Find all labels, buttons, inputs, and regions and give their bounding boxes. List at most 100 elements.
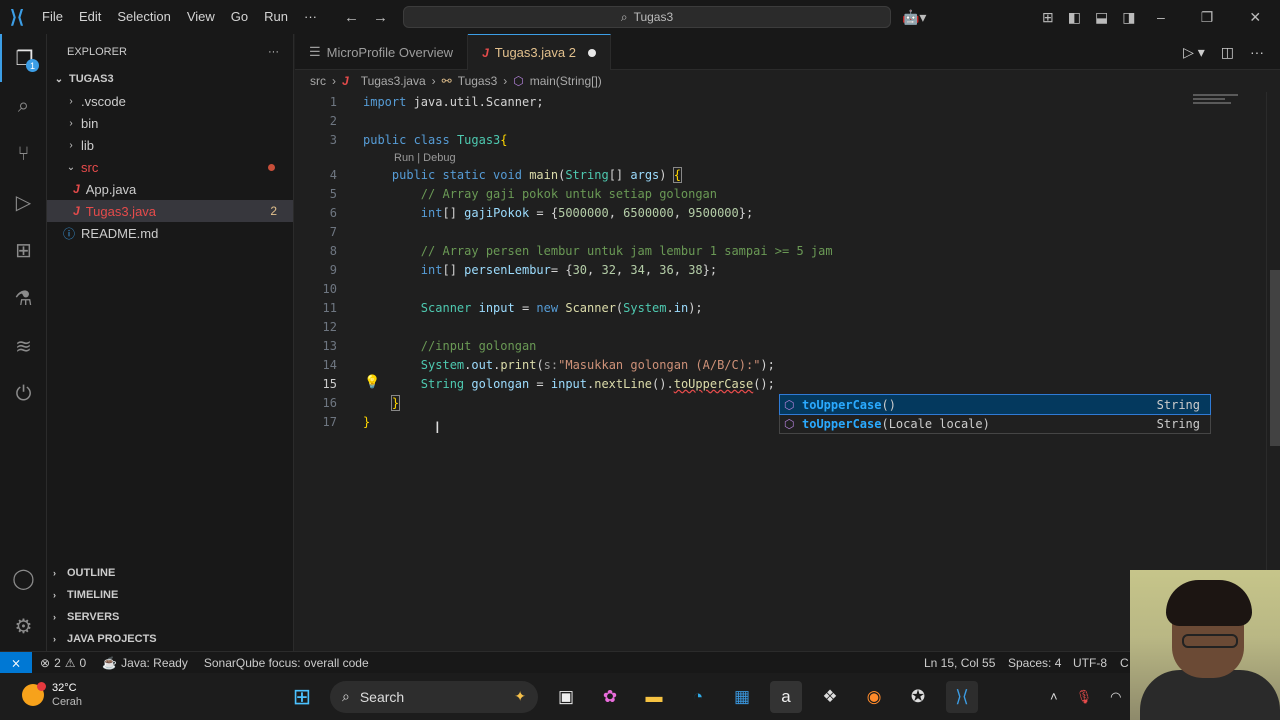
wifi-icon[interactable]: ◠ (1110, 689, 1121, 705)
dropbox-icon[interactable]: ❖ (814, 681, 846, 713)
command-center-label: Tugas3 (633, 10, 674, 24)
lightbulb-icon[interactable]: 💡 (364, 374, 380, 390)
vertical-scrollbar[interactable] (1266, 92, 1280, 651)
scrollbar-thumb[interactable] (1270, 270, 1280, 446)
task-view-icon[interactable]: ▣ (550, 681, 582, 713)
suggestion-match: toUpperCase (802, 397, 882, 412)
toggle-panel-icon[interactable]: ⬓ (1095, 9, 1108, 26)
folder-bin[interactable]: › bin (47, 112, 293, 134)
line-number: 11 (322, 301, 337, 315)
run-debug-icon[interactable]: ▷ (0, 178, 47, 226)
breadcrumb-item[interactable]: src (310, 74, 326, 88)
gear-icon[interactable]: ⚙ (0, 602, 47, 650)
cursor-position[interactable]: Ln 15, Col 55 (916, 656, 1003, 670)
command-center[interactable]: ⌕ Tugas3 (403, 6, 891, 28)
suggestion-type: String (1156, 397, 1200, 412)
extensions-icon[interactable]: ⊞ (0, 226, 47, 274)
text-cursor-icon: Ⅰ (435, 420, 440, 437)
method-icon: ⬡ (784, 416, 795, 431)
source-control-icon[interactable]: ⑂ (0, 130, 47, 178)
problems-indicator[interactable]: ⊗ 2 ⚠ 0 (32, 656, 94, 670)
firefox-icon[interactable]: ◉ (858, 681, 890, 713)
suggestion-item[interactable]: ⬡ toUpperCase () String (779, 394, 1211, 415)
edge-icon[interactable]: ◔ (682, 681, 714, 713)
java-status[interactable]: ☕ Java: Ready (94, 656, 196, 670)
breadcrumb-item[interactable]: Tugas3 (458, 74, 498, 88)
search-icon[interactable]: ⌕ (0, 82, 47, 130)
file-readme[interactable]: ⓘ README.md (47, 222, 293, 244)
minimap[interactable] (1193, 94, 1238, 108)
method-icon: ⬡ (513, 74, 524, 88)
app-icon[interactable]: ✪ (902, 681, 934, 713)
folder-src[interactable]: ⌄ src (47, 156, 293, 178)
file-tugas3-java[interactable]: J Tugas3.java 2 (47, 200, 293, 222)
search-icon: ⌕ (620, 9, 628, 24)
file-app-java[interactable]: J App.java (47, 178, 293, 200)
power-icon[interactable]: ⏻ (0, 370, 47, 418)
back-arrow-icon[interactable]: ← (344, 9, 359, 26)
toggle-secondary-sidebar-icon[interactable]: ◨ (1122, 9, 1135, 26)
java-file-icon: J (342, 74, 349, 88)
section-servers[interactable]: › SERVERS (47, 606, 294, 628)
breadcrumb-item[interactable]: Tugas3.java (361, 74, 426, 88)
amazon-icon[interactable]: a (770, 680, 802, 713)
codelens-run-debug[interactable]: Run | Debug (394, 152, 456, 164)
taskbar-search[interactable]: ⌕ Search ✦ (330, 680, 538, 713)
store-icon[interactable]: ▦ (726, 681, 758, 713)
tab-microprofile[interactable]: ☰ MicroProfile Overview (295, 34, 469, 70)
more-actions-icon[interactable]: ··· (268, 46, 279, 58)
microphone-icon[interactable]: 🎙 (1076, 689, 1093, 705)
menu-edit[interactable]: Edit (71, 0, 109, 34)
code-line: // Array persen lembur untuk jam lembur … (420, 244, 833, 258)
windows-start-icon[interactable]: ⊞ (286, 681, 318, 713)
breadcrumb-item[interactable]: main(String[]) (530, 74, 602, 88)
search-icon: ⌕ (342, 688, 350, 704)
tab-tugas3[interactable]: J Tugas3.java 2 (468, 34, 611, 70)
section-java-projects[interactable]: › JAVA PROJECTS (47, 628, 294, 650)
remote-icon[interactable]: ⨯ (0, 651, 32, 674)
code-editor[interactable]: 1 2 3 4 5 6 7 8 9 10 11 12 13 14 15 16 1… (295, 92, 1280, 651)
restore-icon[interactable]: ❐ (1201, 9, 1214, 26)
java-file-icon: J (73, 204, 80, 218)
close-icon[interactable]: ✕ (1249, 9, 1261, 26)
section-outline[interactable]: › OUTLINE (47, 562, 294, 584)
project-folder[interactable]: ⌄ TUGAS3 (47, 68, 293, 90)
folder-vscode[interactable]: › .vscode (47, 90, 293, 112)
suggestion-type: String (1156, 416, 1200, 431)
menu-selection[interactable]: Selection (109, 0, 178, 34)
file-explorer-icon[interactable]: ▬ (638, 681, 670, 713)
sonarqube-status[interactable]: SonarQube focus: overall code (196, 656, 377, 670)
menu-file[interactable]: File (34, 0, 71, 34)
encoding[interactable]: UTF-8 (1065, 656, 1115, 670)
testing-icon[interactable]: ⚗ (0, 274, 47, 322)
menu-go[interactable]: Go (223, 0, 256, 34)
copilot-icon[interactable]: 🤖▾ (902, 0, 926, 34)
menu-more[interactable]: ··· (296, 0, 325, 34)
minimize-icon[interactable]: – (1157, 9, 1165, 25)
split-editor-icon[interactable]: ◫ (1221, 44, 1234, 61)
account-icon[interactable]: ◯ (0, 554, 47, 602)
remote-explorer-icon[interactable]: ≋ (0, 322, 47, 370)
error-icon: ⊗ (40, 655, 51, 670)
chevron-up-icon[interactable]: ˄ (1050, 689, 1058, 704)
explorer-badge: 1 (26, 59, 39, 72)
run-icon[interactable]: ▷ ▾ (1183, 44, 1205, 61)
line-number: 14 (322, 358, 337, 372)
chevron-right-icon: › (69, 117, 73, 129)
suggestion-item[interactable]: ⬡ toUpperCase (Locale locale) String (780, 414, 1210, 433)
vscode-taskbar-icon[interactable]: ⟩⟨ (946, 680, 978, 713)
more-actions-icon[interactable]: ··· (1250, 44, 1264, 60)
indentation[interactable]: Spaces: 4 (1000, 656, 1069, 670)
copilot-app-icon[interactable]: ✿ (594, 681, 626, 713)
weather-widget[interactable]: 32°C Cerah (22, 681, 82, 709)
chevron-right-icon: › (503, 74, 508, 88)
line-number: 16 (322, 396, 337, 410)
customize-layout-icon[interactable]: ⊞ (1042, 9, 1054, 26)
explorer-icon[interactable]: ❐ 1 (0, 34, 47, 82)
section-timeline[interactable]: › TIMELINE (47, 584, 294, 606)
forward-arrow-icon[interactable]: → (373, 9, 388, 26)
folder-lib[interactable]: › lib (47, 134, 293, 156)
menu-run[interactable]: Run (256, 0, 296, 34)
toggle-sidebar-icon[interactable]: ◧ (1068, 9, 1081, 26)
menu-view[interactable]: View (179, 0, 223, 34)
